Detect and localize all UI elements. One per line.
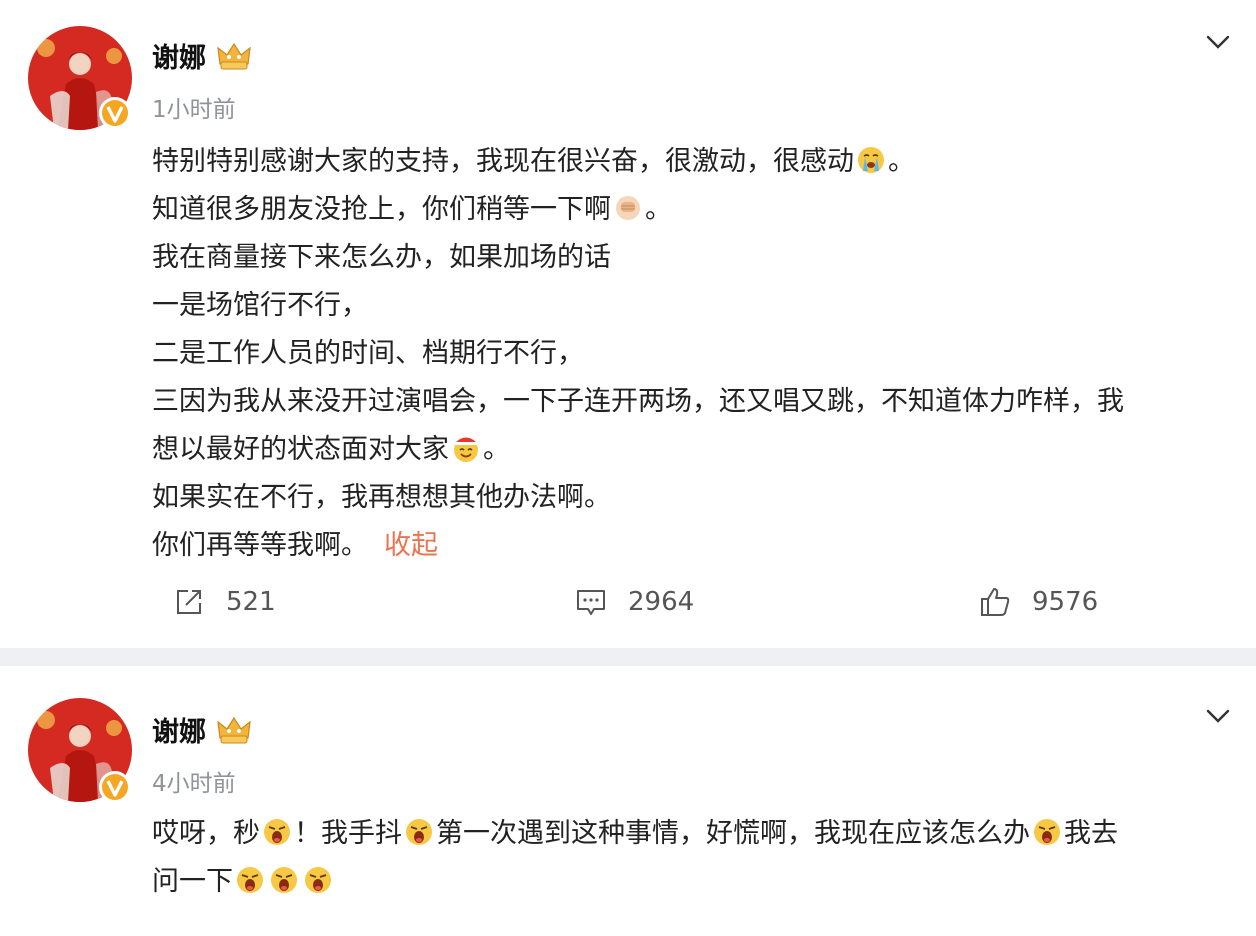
repost-button[interactable]: 521	[172, 585, 276, 619]
content-line: 三因为我从来没开过演唱会，一下子连开两场，还又唱又跳，不知道体力咋样，我	[152, 386, 1124, 417]
shocked-emoji-icon	[406, 819, 432, 845]
comment-count: 2964	[628, 587, 695, 617]
content-line: 我在商量接下来怎么办，如果加场的话	[152, 242, 611, 273]
chevron-down-icon[interactable]	[1204, 704, 1232, 728]
post-timestamp[interactable]: 4小时前	[152, 764, 236, 798]
content-line: 知道很多朋友没抢上，你们稍等一下啊 。	[152, 186, 1242, 234]
content-text: ！我手抖	[294, 818, 402, 849]
santa-smile-emoji-icon	[454, 437, 478, 462]
verified-badge-icon	[99, 97, 131, 129]
content-text: 知道很多朋友没抢上，你们稍等一下啊	[152, 194, 611, 225]
author-row: 谢娜	[152, 36, 252, 75]
shocked-emoji-icon	[264, 819, 290, 845]
content-line: 二是工作人员的时间、档期行不行，	[152, 338, 584, 369]
like-button[interactable]: 9576	[978, 585, 1098, 619]
repost-count: 521	[226, 587, 276, 617]
content-line: 如果实在不行，我再想想其他办法啊。	[152, 482, 611, 513]
share-icon	[177, 590, 201, 614]
author-name[interactable]: 谢娜	[152, 710, 206, 749]
action-bar: 521 2964 9576	[0, 585, 1256, 635]
shocked-emoji-icon	[305, 867, 331, 893]
content-text: 第一次遇到这种事情，好慌啊，我现在应该怎么办	[436, 818, 1030, 849]
post-content: 特别特别感谢大家的支持，我现在很兴奋，很激动，很感动。 知道很多朋友没抢上，你们…	[152, 138, 1242, 570]
comment-icon	[577, 590, 605, 615]
shocked-emoji-icon	[271, 867, 297, 893]
content-line: 特别特别感谢大家的支持，我现在很兴奋，很激动，很感动 。	[152, 138, 1242, 186]
post-divider	[0, 648, 1256, 666]
weibo-post: 谢娜 1小时前 特别特别感谢大家的支持，我现在很兴奋，很激动，很感动。 知道很多…	[0, 0, 1256, 648]
content-line: 你们再等等我啊。 收起	[152, 522, 1242, 570]
content-text: 我去	[1064, 818, 1118, 849]
collapse-link[interactable]: 收起	[384, 530, 438, 561]
verified-badge-icon	[99, 771, 131, 803]
post-timestamp[interactable]: 1小时前	[152, 90, 236, 124]
content-text: 哎呀，秒	[152, 818, 260, 849]
content-text: 。	[888, 146, 915, 177]
author-name[interactable]: 谢娜	[152, 36, 206, 75]
content-text: 。	[645, 194, 672, 225]
content-text: 。	[483, 434, 510, 465]
author-row: 谢娜	[152, 710, 252, 749]
fist-emoji-icon	[616, 196, 640, 220]
content-line: 哎呀，秒 ！我手抖 第一次遇到这种事情，好慌啊，我现在应该怎么办 我去	[152, 810, 1242, 858]
comment-button[interactable]: 2964	[574, 585, 694, 619]
content-text: 特别特别感谢大家的支持，我现在很兴奋，很激动，很感动	[152, 146, 854, 177]
content-text: 问一下	[152, 866, 233, 897]
content-text: 想以最好的状态面对大家	[152, 434, 449, 465]
weibo-post: 谢娜 4小时前 哎呀，秒 ！我手抖 第一次遇到这种事情，好慌啊，我现在应该怎么办 我去…	[0, 666, 1256, 936]
content-text: 你们再等等我啊。	[152, 530, 368, 561]
crown-member-icon[interactable]	[216, 40, 252, 72]
content-line: 想以最好的状态面对大家 。	[152, 426, 1242, 474]
shocked-emoji-icon	[1034, 819, 1060, 845]
post-content: 哎呀，秒 ！我手抖 第一次遇到这种事情，好慌啊，我现在应该怎么办 我去 问一下	[152, 810, 1242, 906]
chevron-down-icon[interactable]	[1204, 30, 1232, 54]
like-count: 9576	[1032, 587, 1099, 617]
content-line: 问一下	[152, 858, 1242, 906]
crown-member-icon[interactable]	[216, 714, 252, 746]
thumbs-up-icon	[981, 588, 1010, 616]
content-line: 一是场馆行不行，	[152, 290, 368, 321]
crying-emoji-icon	[858, 147, 884, 173]
shocked-emoji-icon	[237, 867, 263, 893]
